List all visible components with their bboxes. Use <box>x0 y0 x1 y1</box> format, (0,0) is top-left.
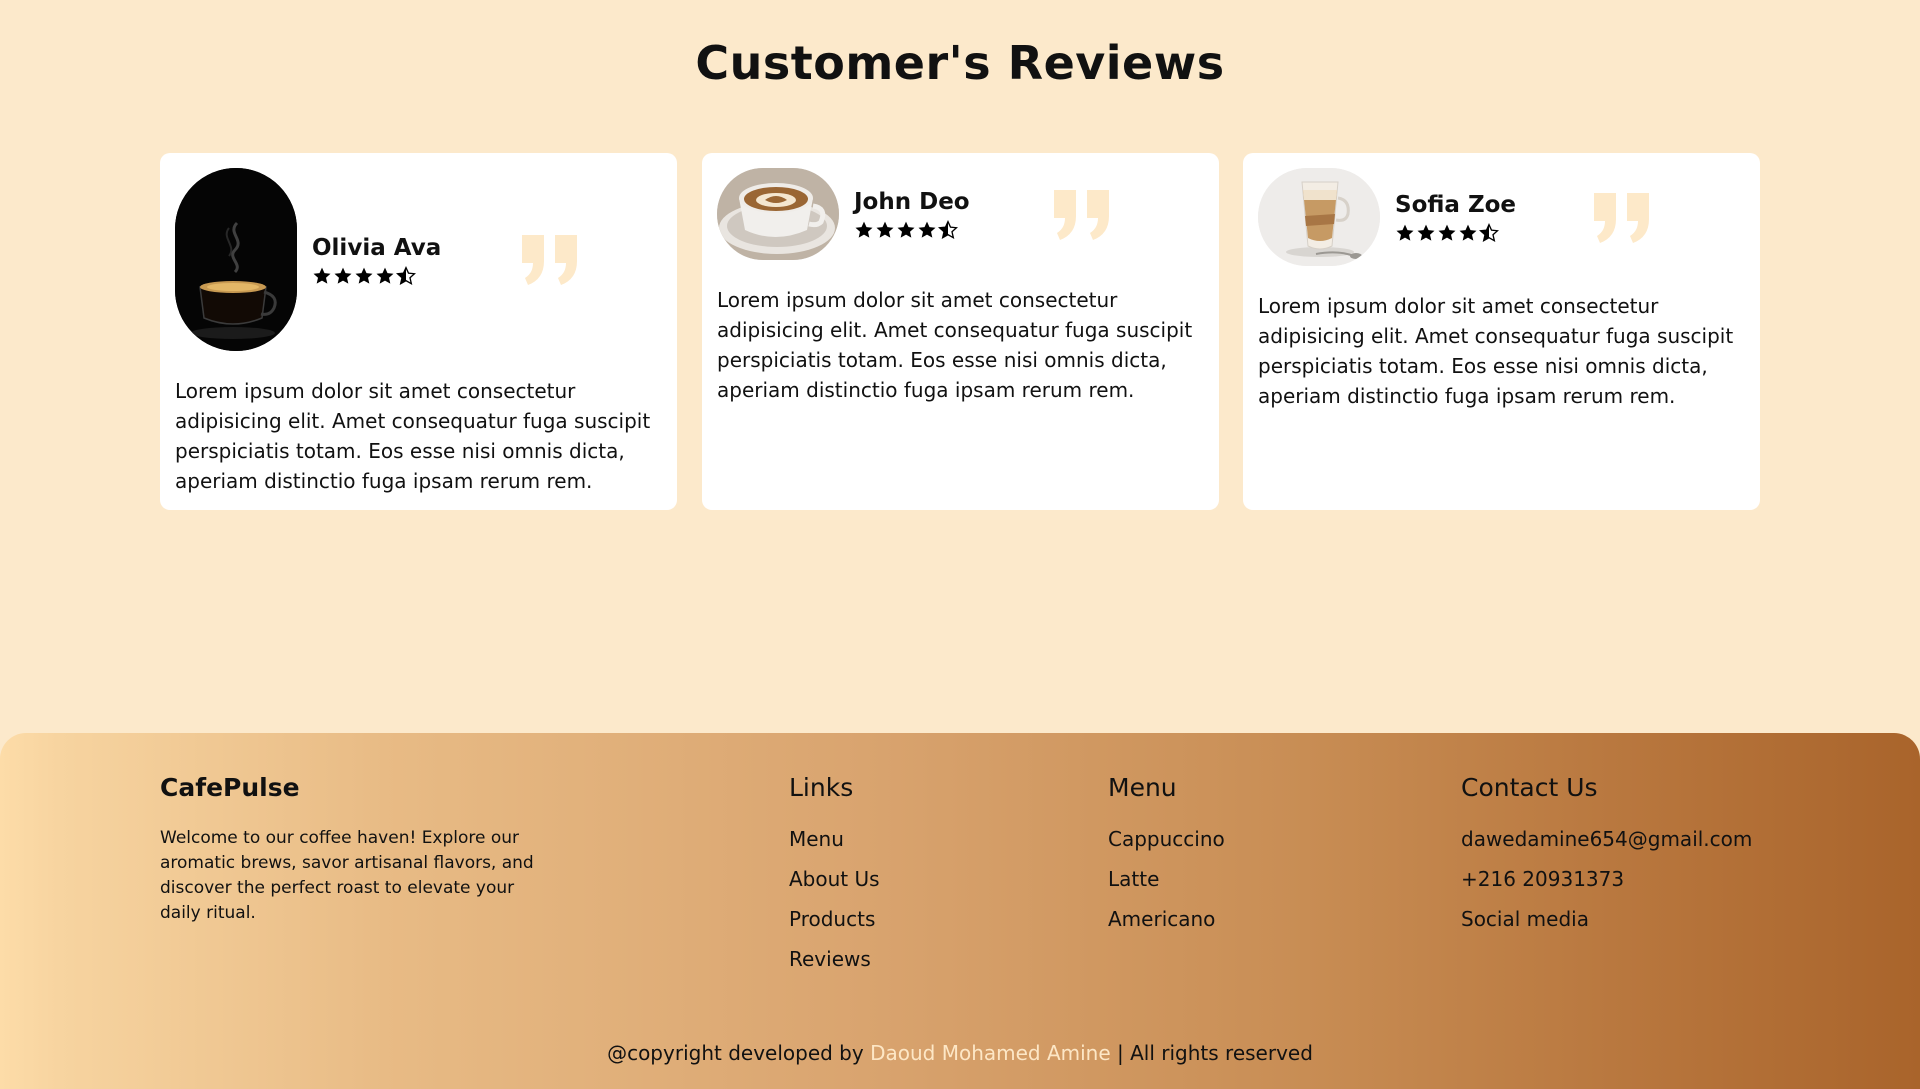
review-card: Olivia Ava Lorem ipsum dolor sit amet co… <box>160 153 677 510</box>
menu-item-latte[interactable]: Latte <box>1108 867 1225 907</box>
quote-icon <box>522 235 580 285</box>
star-icon <box>918 221 936 238</box>
reviewer-name: Olivia Ava <box>312 235 442 261</box>
menu-item-americano[interactable]: Americano <box>1108 907 1225 947</box>
star-icon <box>897 221 915 238</box>
footer-link-about-us[interactable]: About Us <box>789 867 880 907</box>
rating-stars <box>312 266 416 286</box>
latte-art-cup-photo <box>717 168 839 260</box>
review-card: Sofia Zoe Lorem ipsum dolor sit amet con… <box>1243 153 1760 510</box>
author-link[interactable]: Daoud Mohamed Amine <box>870 1041 1111 1065</box>
copyright-prefix: @copyright developed by <box>607 1041 871 1065</box>
half-star-icon <box>1479 223 1499 242</box>
menu-item-cappuccino[interactable]: Cappuccino <box>1108 827 1225 867</box>
contact-list: dawedamine654@gmail.com +216 20931373 So… <box>1461 827 1752 947</box>
review-text: Lorem ipsum dolor sit amet consectetur a… <box>1258 294 1734 408</box>
review-text: Lorem ipsum dolor sit amet consectetur a… <box>717 288 1193 402</box>
avatar <box>717 168 839 260</box>
reviewer-name: John Deo <box>854 189 970 215</box>
footer: CafePulse Welcome to our coffee haven! E… <box>0 733 1920 1089</box>
star-icon <box>313 267 331 284</box>
footer-link-reviews[interactable]: Reviews <box>789 947 880 987</box>
menu-list: Cappuccino Latte Americano <box>1108 827 1225 947</box>
rating-stars <box>854 220 958 240</box>
latte-glass-photo <box>1258 168 1380 266</box>
star-icon <box>1417 224 1435 241</box>
links-heading: Links <box>789 773 854 802</box>
reviews-section: Customer's Reviews Olivia Ava Lorem ipsu… <box>0 0 1920 733</box>
star-icon <box>376 267 394 284</box>
avatar <box>1258 168 1380 266</box>
footer-description: Welcome to our coffee haven! Explore our… <box>160 828 534 923</box>
star-icon <box>855 221 873 238</box>
reviewer-name: Sofia Zoe <box>1395 192 1517 218</box>
espresso-cup-photo <box>175 168 297 351</box>
avatar <box>175 168 297 351</box>
half-star-icon <box>396 266 416 285</box>
footer-link-menu[interactable]: Menu <box>789 827 880 867</box>
copyright-suffix: | All rights reserved <box>1110 1041 1313 1065</box>
star-icon <box>334 267 352 284</box>
footer-link-products[interactable]: Products <box>789 907 880 947</box>
copyright: @copyright developed by Daoud Mohamed Am… <box>0 1041 1920 1065</box>
star-icon <box>876 221 894 238</box>
review-text: Lorem ipsum dolor sit amet consectetur a… <box>175 379 651 493</box>
contact-heading: Contact Us <box>1461 773 1598 802</box>
review-card: John Deo Lorem ipsum dolor sit amet cons… <box>702 153 1219 510</box>
half-star-icon <box>938 220 958 239</box>
section-title: Customer's Reviews <box>695 36 1225 90</box>
star-icon <box>355 267 373 284</box>
quote-icon <box>1054 190 1112 240</box>
rating-stars <box>1395 223 1499 243</box>
footer-brand: CafePulse <box>160 773 300 802</box>
star-icon <box>1438 224 1456 241</box>
menu-heading: Menu <box>1108 773 1177 802</box>
contact-social-media[interactable]: Social media <box>1461 907 1752 947</box>
quote-icon <box>1594 193 1652 243</box>
star-icon <box>1396 224 1414 241</box>
contact-email[interactable]: dawedamine654@gmail.com <box>1461 827 1752 867</box>
star-icon <box>1459 224 1477 241</box>
contact-phone[interactable]: +216 20931373 <box>1461 867 1752 907</box>
links-list: Menu About Us Products Reviews <box>789 827 880 987</box>
